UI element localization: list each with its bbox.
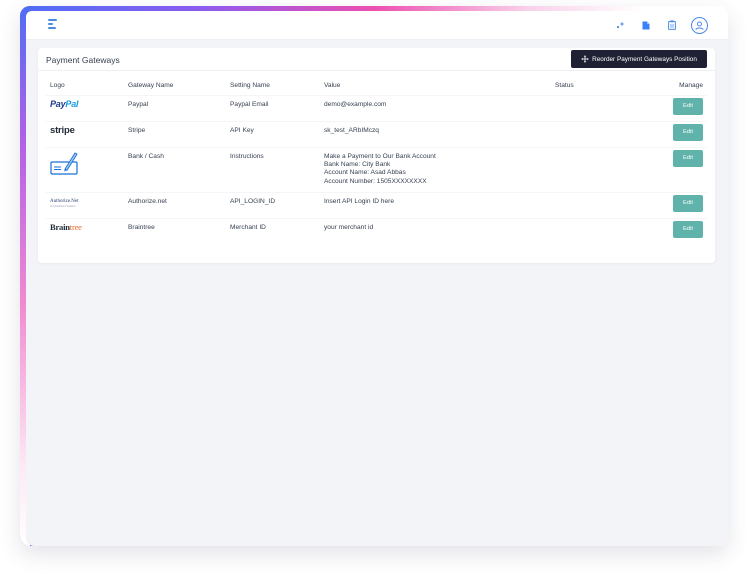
gateway-name: Paypal (128, 94, 230, 121)
status-cell (555, 120, 631, 147)
braintree-logo: Braintree (50, 221, 82, 232)
sparkle-icon[interactable] (607, 15, 633, 35)
menu-icon[interactable] (48, 19, 58, 30)
setting-value: Insert API Login ID here (324, 191, 555, 218)
edit-button[interactable]: Edit (673, 149, 703, 167)
status-cell (555, 146, 631, 192)
setting-name: API Key (230, 120, 324, 147)
gateways-table: Logo Gateway Name Setting Name Value Sta… (46, 76, 707, 244)
setting-value: sk_test_ARbIMczq (324, 120, 555, 147)
column-header-setting-name: Setting Name (230, 81, 270, 89)
edit-button[interactable]: Edit (673, 123, 703, 141)
document-icon[interactable] (633, 15, 659, 35)
setting-value: Make a Payment to Our Bank Account Bank … (324, 146, 555, 192)
setting-name: API_LOGIN_ID (230, 191, 324, 218)
table-row: Bank / Cash Instructions Make a Payment … (46, 146, 707, 192)
table-row: Braintree Braintree Merchant ID your mer… (46, 217, 707, 244)
setting-name: Instructions (230, 146, 324, 192)
edit-button[interactable]: Edit (673, 220, 703, 238)
top-actions (607, 15, 708, 35)
column-header-gateway-name: Gateway Name (128, 81, 174, 89)
status-cell (555, 217, 631, 244)
stripe-logo: stripe (50, 124, 75, 136)
column-header-manage: Manage (679, 81, 703, 89)
column-header-logo: Logo (50, 81, 65, 89)
edit-button[interactable]: Edit (673, 194, 703, 212)
setting-name: Merchant ID (230, 217, 324, 244)
gateway-name: Authorize.net (128, 191, 230, 218)
table-row: PayPal Paypal Paypal Email demo@example.… (46, 94, 707, 121)
page-title: Payment Gateways (46, 55, 120, 65)
status-cell (555, 94, 631, 121)
setting-name: Paypal Email (230, 94, 324, 121)
top-bar (26, 11, 728, 40)
table-row: stripe Stripe API Key sk_test_ARbIMczq E… (46, 120, 707, 147)
gateway-name: Stripe (128, 120, 230, 147)
paypal-logo: PayPal (50, 98, 79, 109)
move-arrows-icon (581, 55, 589, 63)
bank-cheque-icon (50, 151, 78, 175)
column-header-value: Value (324, 81, 341, 89)
setting-value: demo@example.com (324, 94, 555, 121)
app-window: Payment Gateways Reorder Payment Gateway… (26, 11, 728, 546)
reorder-button-label: Reorder Payment Gateways Position (592, 55, 697, 63)
payment-gateways-card: Payment Gateways Reorder Payment Gateway… (38, 48, 715, 263)
table-header-row: Logo Gateway Name Setting Name Value Sta… (46, 76, 707, 95)
gateway-name: Braintree (128, 217, 230, 244)
gateway-name: Bank / Cash (128, 146, 230, 192)
edit-button[interactable]: Edit (673, 97, 703, 115)
reorder-gateways-button[interactable]: Reorder Payment Gateways Position (571, 50, 707, 68)
authorize-net-logo: Authorize.Net A CyberSource Solution (50, 198, 79, 208)
column-header-status: Status (555, 81, 574, 89)
status-cell (555, 191, 631, 218)
clipboard-icon[interactable] (659, 15, 685, 35)
table-row: Authorize.Net A CyberSource Solution Auth… (46, 191, 707, 218)
card-header: Payment Gateways Reorder Payment Gateway… (38, 48, 715, 71)
user-avatar-icon[interactable] (691, 16, 708, 34)
setting-value: your merchant id (324, 217, 555, 244)
